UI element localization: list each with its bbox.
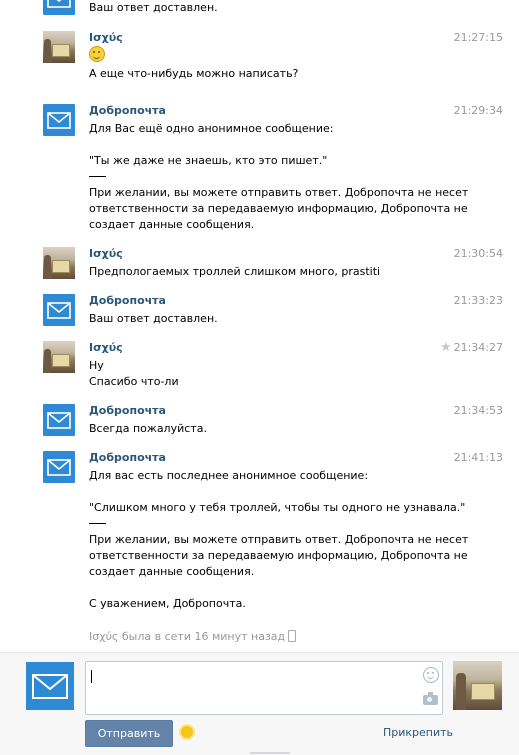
mail-avatar-icon[interactable] xyxy=(43,0,75,15)
message-text: Для Вас ещё одно анонимное сообщение: "Т… xyxy=(89,121,469,233)
user-avatar[interactable] xyxy=(43,341,75,373)
message-line: Для вас есть последнее анонимное сообщен… xyxy=(89,469,369,482)
mail-avatar-icon[interactable] xyxy=(43,294,75,326)
message-line: Для Вас ещё одно анонимное сообщение: xyxy=(89,122,334,135)
message-line: При желании, вы можете отправить ответ. … xyxy=(89,533,469,546)
send-button[interactable]: Отправить xyxy=(85,720,173,747)
peer-avatar[interactable] xyxy=(453,661,502,710)
message-time[interactable]: 21:34:27 xyxy=(454,341,503,354)
message-line: А еще что-нибудь можно написать? xyxy=(89,67,299,80)
message-line: создает данные сообщения. xyxy=(89,565,255,578)
sender-name[interactable]: Добропочта xyxy=(89,451,166,464)
message-text: Ваш ответ доставлен. xyxy=(89,311,449,327)
mail-avatar-icon[interactable] xyxy=(26,662,74,710)
message-line: "Слишком много у тебя троллей, чтобы ты … xyxy=(89,501,466,514)
smile-picker-icon[interactable] xyxy=(423,667,439,683)
text-caret xyxy=(91,670,92,683)
separator xyxy=(89,516,449,532)
message-line: Предпологаемых троллей слишком много, pr… xyxy=(89,265,381,278)
message-text: А еще что-нибудь можно написать? xyxy=(89,46,449,82)
message-line: С уважением, Добропочта. xyxy=(89,597,246,610)
message-text: Ну Спасибо что-ли xyxy=(89,358,449,390)
sender-name[interactable]: Добропочта xyxy=(89,294,166,307)
message-line: "Ты же даже не знаешь, кто это пишет." xyxy=(89,154,328,167)
message-line: Ваш ответ доставлен. xyxy=(89,1,218,14)
message-text: Предпологаемых троллей слишком много, pr… xyxy=(89,264,449,280)
online-status-text: Ισχύς была в сети 16 минут назад xyxy=(89,630,286,643)
attach-link[interactable]: Прикрепить xyxy=(383,726,453,739)
message-line: Ну xyxy=(89,359,104,372)
message-text: Ваш ответ доставлен. xyxy=(89,0,449,16)
message-line: Спасибо что-ли xyxy=(89,375,179,388)
mail-avatar-icon[interactable] xyxy=(43,104,75,136)
message-composer: Отправить Прикрепить xyxy=(0,652,519,755)
user-avatar[interactable] xyxy=(43,247,75,279)
message-time[interactable]: 21:30:54 xyxy=(454,247,503,260)
sender-name[interactable]: Ισχύς xyxy=(89,341,123,354)
phone-icon xyxy=(288,630,297,642)
camera-icon[interactable] xyxy=(423,692,438,705)
message-feed: Ваш ответ доставлен. Ισχύς 21:27:15 А ещ… xyxy=(0,0,519,652)
sender-name[interactable]: Ισχύς xyxy=(89,31,123,44)
online-status: Ισχύς была в сети 16 минут назад xyxy=(89,630,297,643)
message-time[interactable]: 21:27:15 xyxy=(454,31,503,44)
mail-avatar-icon[interactable] xyxy=(43,404,75,436)
sun-icon[interactable] xyxy=(181,726,193,738)
message-line: ответственности за передаваемую информац… xyxy=(89,202,468,215)
sender-name[interactable]: Добропочта xyxy=(89,404,166,417)
star-icon[interactable]: ★ xyxy=(440,340,452,355)
smiley-emoji-icon xyxy=(89,46,105,62)
message-line: ответственности за передаваемую информац… xyxy=(89,549,468,562)
message-line: Ваш ответ доставлен. xyxy=(89,312,218,325)
sender-name[interactable]: Добропочта xyxy=(89,104,166,117)
separator xyxy=(89,169,449,185)
message-time[interactable]: 21:33:23 xyxy=(454,294,503,307)
message-time[interactable]: 21:34:53 xyxy=(454,404,503,417)
message-line: При желании, вы можете отправить ответ. … xyxy=(89,186,469,199)
message-time[interactable]: 21:41:13 xyxy=(454,451,503,464)
sender-name[interactable]: Ισχύς xyxy=(89,247,123,260)
message-text: Для вас есть последнее анонимное сообщен… xyxy=(89,468,469,612)
mail-avatar-icon[interactable] xyxy=(43,451,75,483)
message-text: Всегда пожалуйста. xyxy=(89,421,449,437)
message-line: Всегда пожалуйста. xyxy=(89,422,207,435)
message-line: создает данные сообщения. xyxy=(89,218,255,231)
message-input[interactable] xyxy=(85,661,443,715)
message-time[interactable]: 21:29:34 xyxy=(454,104,503,117)
user-avatar[interactable] xyxy=(43,31,75,63)
